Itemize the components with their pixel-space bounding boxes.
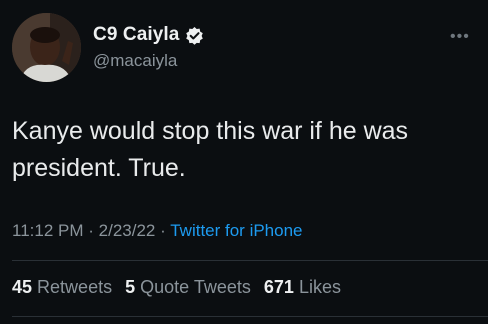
quote-tweets-count: 5 [125,277,136,297]
likes-label: Likes [298,277,341,297]
author-name-row[interactable]: C9 Caiyla [93,24,204,46]
more-options-icon[interactable]: ••• [450,28,470,46]
divider [12,260,488,261]
tweet-time[interactable]: 11:12 PM [12,221,84,240]
retweets-count: 45 [12,277,33,297]
meta-separator: · [88,221,94,240]
author-handle[interactable]: @macaiyla [93,51,177,71]
tweet-source-link[interactable]: Twitter for iPhone [170,221,302,240]
avatar[interactable] [12,13,81,82]
engagement-stats: 45 Retweets 5 Quote Tweets 671 Likes [12,277,341,298]
tweet-date[interactable]: 2/23/22 [99,221,156,240]
retweets-stat[interactable]: 45 Retweets [12,277,112,297]
likes-count: 671 [263,277,294,297]
tweet-text: Kanye would stop this war if he was pres… [12,117,409,182]
retweets-label: Retweets [37,277,113,297]
meta-separator: · [160,221,166,240]
quote-tweets-stat[interactable]: 5 Quote Tweets [125,277,251,297]
avatar-image [12,13,81,82]
quote-tweets-label: Quote Tweets [140,277,251,297]
divider [12,316,488,317]
verified-badge-icon [185,26,204,45]
tweet-meta: 11:12 PM · 2/23/22 · Twitter for iPhone [12,221,303,241]
likes-stat[interactable]: 671 Likes [264,277,341,297]
display-name[interactable]: C9 Caiyla [93,24,179,46]
tweet-card: C9 Caiyla @macaiyla ••• Kanye would stop… [0,0,488,324]
